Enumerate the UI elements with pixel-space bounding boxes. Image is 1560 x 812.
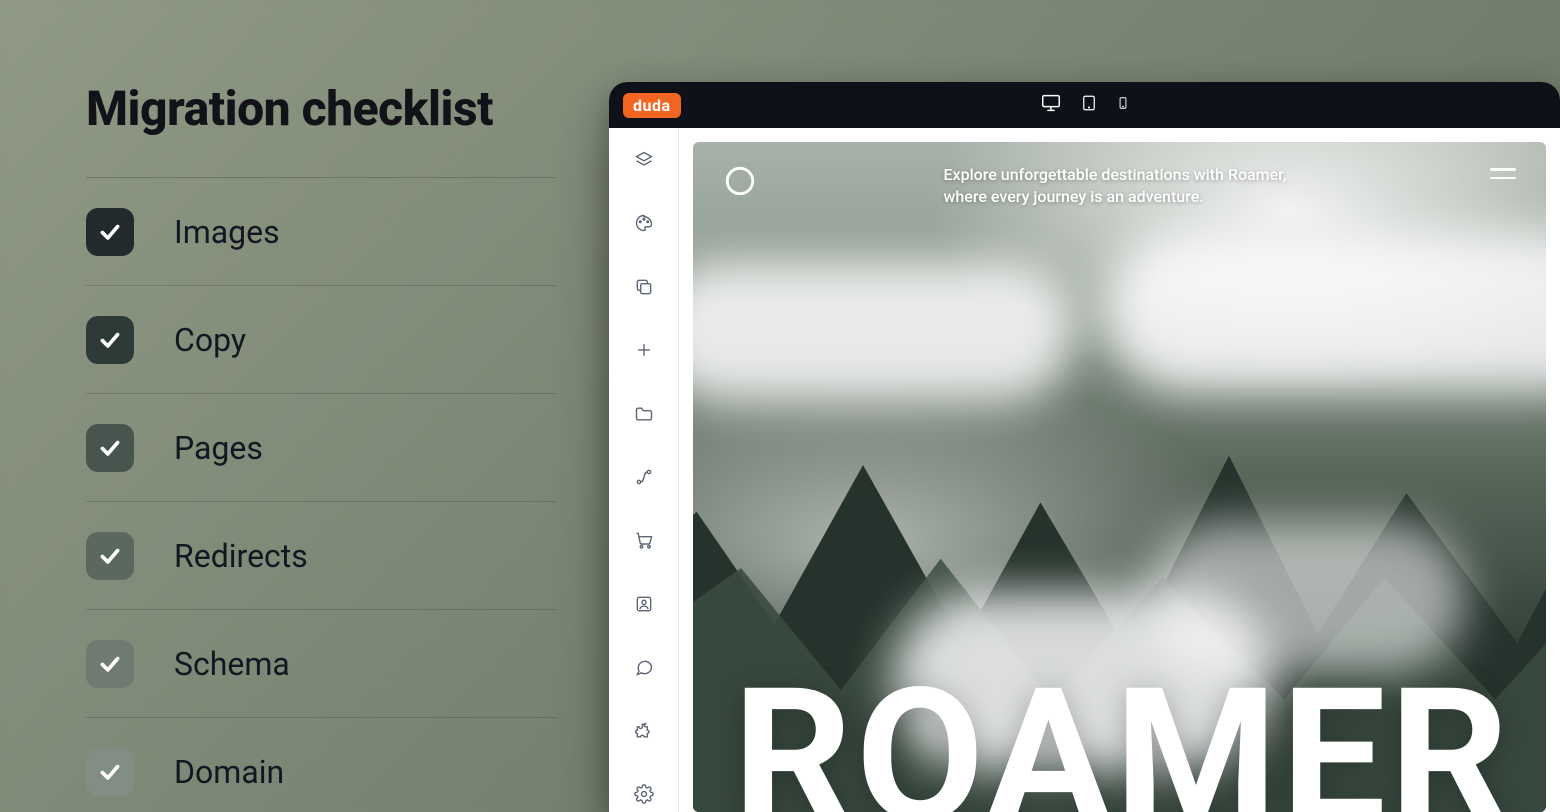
migration-checklist: Migration checklist Images Copy Pages Redir… bbox=[86, 80, 556, 812]
hero-title: ROAMER bbox=[693, 664, 1546, 812]
checkbox-checked-icon[interactable] bbox=[86, 640, 134, 688]
checkbox-checked-icon[interactable] bbox=[86, 316, 134, 364]
menu-icon[interactable] bbox=[1490, 168, 1516, 179]
add-icon[interactable] bbox=[626, 332, 662, 367]
editor-left-rail bbox=[609, 128, 679, 812]
palette-icon[interactable] bbox=[626, 205, 662, 240]
checklist-item-label: Redirects bbox=[174, 537, 308, 575]
hero-tagline: Explore unforgettable destinations with … bbox=[944, 164, 1304, 207]
layers-icon[interactable] bbox=[626, 142, 662, 177]
desktop-icon[interactable] bbox=[1040, 92, 1062, 118]
checklist-item-label: Schema bbox=[174, 645, 290, 683]
editor-window: duda bbox=[609, 82, 1560, 812]
checklist-item: Copy bbox=[86, 286, 556, 394]
checkbox-checked-icon[interactable] bbox=[86, 532, 134, 580]
brand-chip: duda bbox=[623, 93, 681, 118]
user-icon[interactable] bbox=[626, 586, 662, 621]
checklist-item: Domain bbox=[86, 718, 556, 812]
mobile-icon[interactable] bbox=[1116, 92, 1130, 118]
editor-canvas[interactable]: Explore unforgettable destinations with … bbox=[679, 128, 1560, 812]
folder-icon[interactable] bbox=[626, 396, 662, 431]
checkbox-checked-icon[interactable] bbox=[86, 424, 134, 472]
tablet-icon[interactable] bbox=[1080, 92, 1098, 118]
checklist-item-label: Images bbox=[174, 213, 280, 251]
window-titlebar: duda bbox=[609, 82, 1560, 128]
checklist-list: Images Copy Pages Redirects Schema Domain bbox=[86, 178, 556, 812]
checklist-item: Pages bbox=[86, 394, 556, 502]
checkbox-checked-icon[interactable] bbox=[86, 748, 134, 796]
checklist-item-label: Domain bbox=[174, 753, 284, 791]
checklist-item: Redirects bbox=[86, 502, 556, 610]
copy-icon[interactable] bbox=[626, 269, 662, 304]
checklist-item: Images bbox=[86, 178, 556, 286]
window-body: Explore unforgettable destinations with … bbox=[609, 128, 1560, 812]
site-logo-icon[interactable] bbox=[723, 164, 757, 198]
puzzle-icon[interactable] bbox=[626, 713, 662, 748]
checklist-item-label: Pages bbox=[174, 429, 263, 467]
chat-icon[interactable] bbox=[626, 650, 662, 685]
checkbox-checked-icon[interactable] bbox=[86, 208, 134, 256]
checklist-title: Migration checklist bbox=[86, 80, 556, 178]
hero-section: Explore unforgettable destinations with … bbox=[693, 142, 1546, 812]
checklist-item: Schema bbox=[86, 610, 556, 718]
settings-icon[interactable] bbox=[626, 777, 662, 812]
device-switcher bbox=[1040, 82, 1130, 128]
cart-icon[interactable] bbox=[626, 523, 662, 558]
checklist-item-label: Copy bbox=[174, 321, 246, 359]
flow-icon[interactable] bbox=[626, 459, 662, 494]
